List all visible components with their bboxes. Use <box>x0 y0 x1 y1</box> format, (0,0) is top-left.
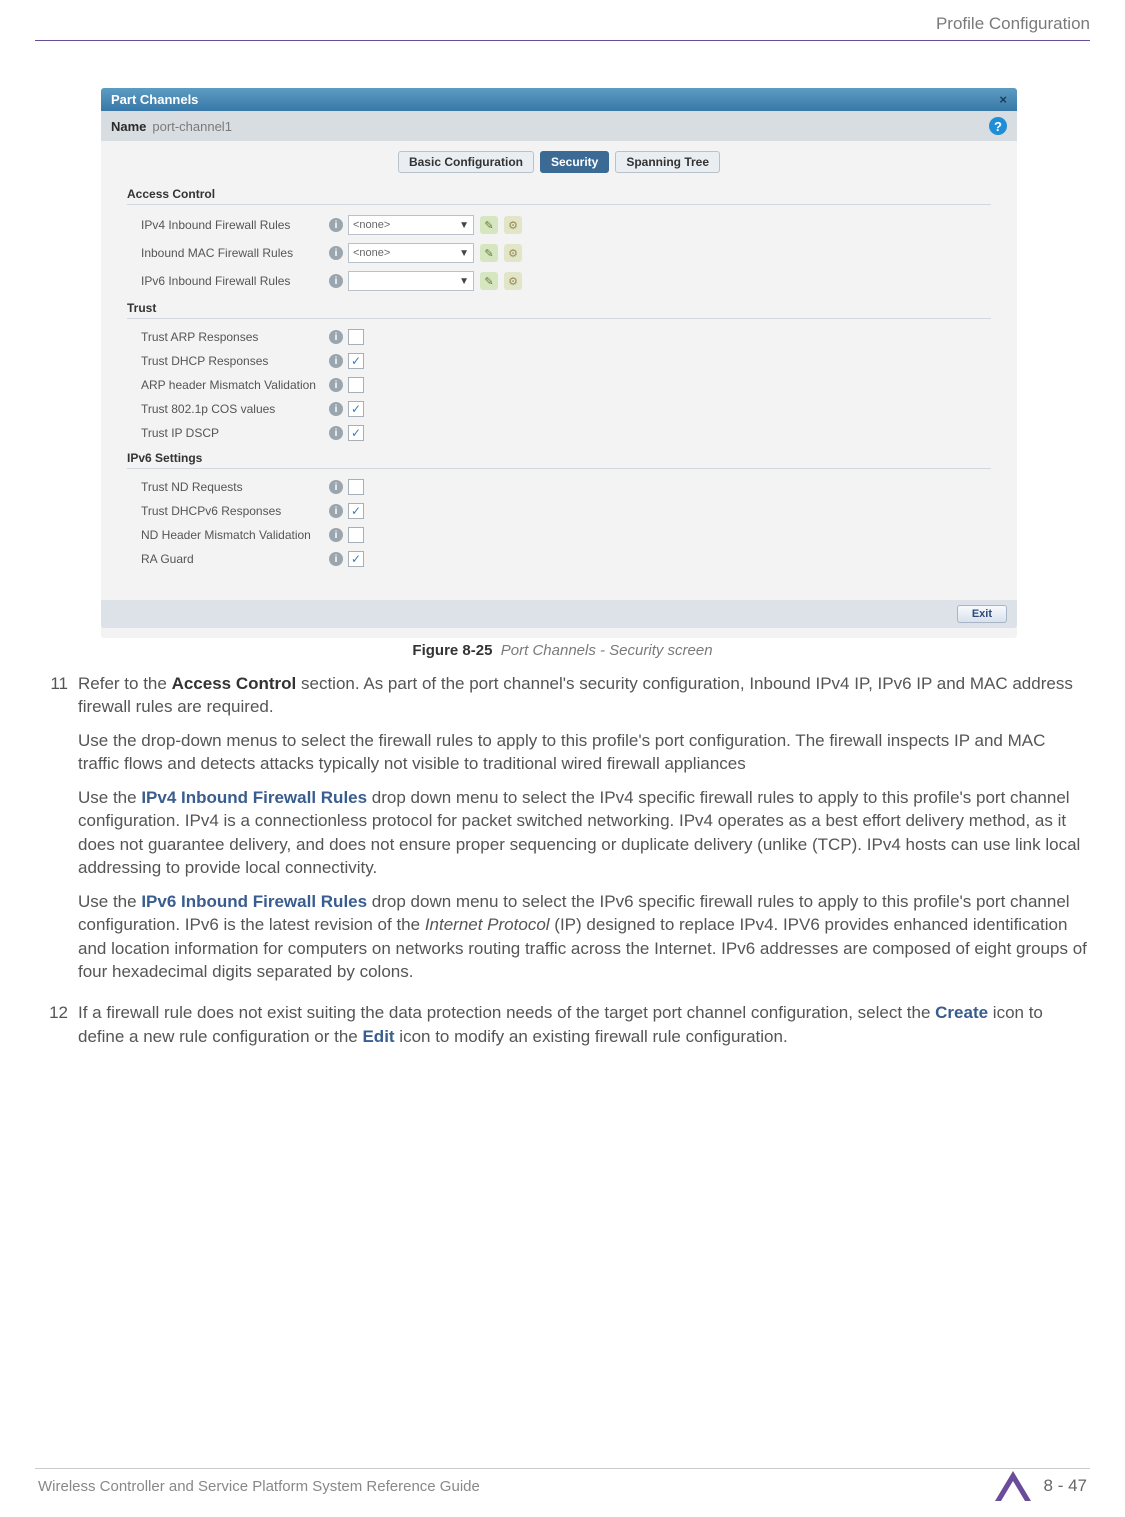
text: Use the <box>78 892 141 911</box>
label-trust-8021p: Trust 802.1p COS values <box>127 402 329 416</box>
checkbox-ra-guard[interactable] <box>348 551 364 567</box>
info-icon[interactable]: i <box>329 402 343 416</box>
panel-titlebar: Part Channels × <box>101 88 1017 111</box>
name-value: port-channel1 <box>152 119 232 134</box>
name-label: Name <box>111 119 146 134</box>
checkbox-trust-dhcp[interactable] <box>348 353 364 369</box>
text: If a firewall rule does not exist suitin… <box>78 1003 935 1022</box>
screenshot-panel: Part Channels × Name port-channel1 ? Bas… <box>101 88 1017 638</box>
section-ipv6-settings: IPv6 Settings <box>127 445 991 469</box>
figure-number: Figure 8-25 <box>412 642 492 659</box>
info-icon[interactable]: i <box>329 354 343 368</box>
label-ipv6-inbound: IPv6 Inbound Firewall Rules <box>127 274 329 288</box>
paragraph: Refer to the Access Control section. As … <box>78 672 1087 719</box>
list-item-12: 12 If a firewall rule does not exist sui… <box>78 1001 1087 1058</box>
checkbox-trust-dhcpv6[interactable] <box>348 503 364 519</box>
dropdown-value: <none> <box>353 219 390 231</box>
header-rule <box>35 40 1090 41</box>
panel-body: Basic Configuration Security Spanning Tr… <box>101 141 1017 628</box>
paragraph: Use the IPv4 Inbound Firewall Rules drop… <box>78 786 1087 880</box>
dropdown-value: <none> <box>353 247 390 259</box>
checkbox-trust-arp[interactable] <box>348 329 364 345</box>
text: Use the <box>78 788 141 807</box>
paragraph: If a firewall rule does not exist suitin… <box>78 1001 1087 1048</box>
chevron-down-icon: ▼ <box>459 220 469 231</box>
list-item-11: 11 Refer to the Access Control section. … <box>78 672 1087 993</box>
label-trust-dhcp: Trust DHCP Responses <box>127 354 329 368</box>
label-mac-inbound: Inbound MAC Firewall Rules <box>127 246 329 260</box>
bold-text: IPv6 Inbound Firewall Rules <box>141 892 367 911</box>
paragraph: Use the drop-down menus to select the fi… <box>78 729 1087 776</box>
info-icon[interactable]: i <box>329 330 343 344</box>
info-icon[interactable]: i <box>329 274 343 288</box>
italic-text: Internet Protocol <box>425 915 550 934</box>
info-icon[interactable]: i <box>329 528 343 542</box>
tab-spanning-tree[interactable]: Spanning Tree <box>615 151 720 173</box>
figure-caption-text: Port Channels - Security screen <box>501 642 713 659</box>
checkbox-trust-nd[interactable] <box>348 479 364 495</box>
tab-bar: Basic Configuration Security Spanning Tr… <box>101 141 1017 181</box>
checkbox-arp-mismatch[interactable] <box>348 377 364 393</box>
tab-basic-configuration[interactable]: Basic Configuration <box>398 151 534 173</box>
text: Refer to the <box>78 674 172 693</box>
footer-rule <box>35 1468 1090 1469</box>
label-ipv4-inbound: IPv4 Inbound Firewall Rules <box>127 218 329 232</box>
label-trust-dscp: Trust IP DSCP <box>127 426 329 440</box>
label-nd-mismatch: ND Header Mismatch Validation <box>127 528 329 542</box>
label-ra-guard: RA Guard <box>127 552 329 566</box>
row-ipv4-inbound: IPv4 Inbound Firewall Rules i <none>▼ ✎ … <box>127 211 991 239</box>
dropdown-ipv4-inbound[interactable]: <none> ▼ <box>348 215 474 235</box>
create-icon[interactable]: ✎ <box>480 244 498 262</box>
create-icon[interactable]: ✎ <box>480 272 498 290</box>
exit-button[interactable]: Exit <box>957 605 1007 623</box>
info-icon[interactable]: i <box>329 378 343 392</box>
footer-page: 8 - 47 <box>992 1469 1087 1503</box>
name-bar: Name port-channel1 ? <box>101 111 1017 141</box>
bold-text: Access Control <box>172 674 297 693</box>
info-icon[interactable]: i <box>329 504 343 518</box>
info-icon[interactable]: i <box>329 246 343 260</box>
edit-icon[interactable]: ⚙ <box>504 244 522 262</box>
list-number: 12 <box>38 1001 78 1058</box>
section-trust: Trust <box>127 295 991 319</box>
panel-bottom-bar: Exit <box>101 600 1017 628</box>
paragraph: Use the IPv6 Inbound Firewall Rules drop… <box>78 890 1087 984</box>
label-trust-arp: Trust ARP Responses <box>127 330 329 344</box>
chevron-down-icon: ▼ <box>459 276 469 287</box>
footer-doc-title: Wireless Controller and Service Platform… <box>38 1478 480 1495</box>
create-icon[interactable]: ✎ <box>480 216 498 234</box>
body-content: 11 Refer to the Access Control section. … <box>38 672 1087 1066</box>
edit-icon[interactable]: ⚙ <box>504 216 522 234</box>
label-trust-dhcpv6: Trust DHCPv6 Responses <box>127 504 329 518</box>
label-trust-nd: Trust ND Requests <box>127 480 329 494</box>
brand-logo-icon <box>992 1469 1034 1503</box>
info-icon[interactable]: i <box>329 552 343 566</box>
checkbox-trust-dscp[interactable] <box>348 425 364 441</box>
info-icon[interactable]: i <box>329 426 343 440</box>
row-ipv6-inbound: IPv6 Inbound Firewall Rules i ▼ ✎ ⚙ <box>127 267 991 295</box>
header-chapter-title: Profile Configuration <box>936 14 1090 34</box>
text: icon to modify an existing firewall rule… <box>395 1027 788 1046</box>
list-number: 11 <box>38 672 78 993</box>
bold-text: Create <box>935 1003 988 1022</box>
page-number: 8 - 47 <box>1044 1476 1087 1496</box>
edit-icon[interactable]: ⚙ <box>504 272 522 290</box>
tab-security[interactable]: Security <box>540 151 609 173</box>
figure-caption: Figure 8-25 Port Channels - Security scr… <box>0 642 1125 659</box>
section-access-control: Access Control <box>127 181 991 205</box>
label-arp-mismatch: ARP header Mismatch Validation <box>127 378 329 392</box>
bold-text: Edit <box>362 1027 394 1046</box>
row-mac-inbound: Inbound MAC Firewall Rules i <none> ▼ ✎ ⚙ <box>127 239 991 267</box>
checkbox-trust-8021p[interactable] <box>348 401 364 417</box>
info-icon[interactable]: i <box>329 218 343 232</box>
checkbox-nd-mismatch[interactable] <box>348 527 364 543</box>
dropdown-ipv6-inbound[interactable]: ▼ <box>348 271 474 291</box>
dropdown-mac-inbound[interactable]: <none> ▼ <box>348 243 474 263</box>
help-icon[interactable]: ? <box>989 117 1007 135</box>
bold-text: IPv4 Inbound Firewall Rules <box>141 788 367 807</box>
panel-title-text: Part Channels <box>111 92 198 107</box>
close-icon[interactable]: × <box>999 92 1007 107</box>
info-icon[interactable]: i <box>329 480 343 494</box>
chevron-down-icon: ▼ <box>459 248 469 259</box>
